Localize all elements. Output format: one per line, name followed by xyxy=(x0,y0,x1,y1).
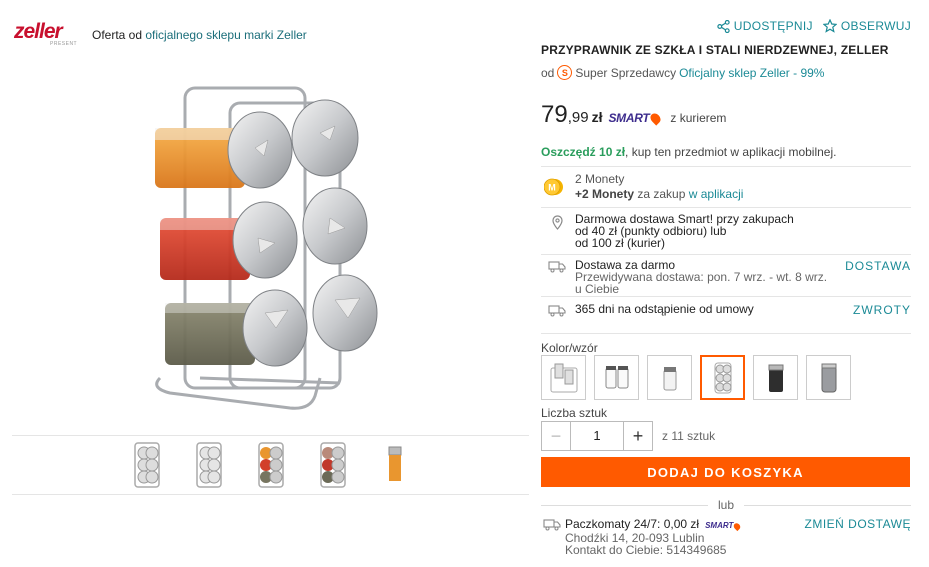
divider xyxy=(541,296,911,297)
coins-text: 2 Monety +2 Monety za zakup w aplikacji xyxy=(575,172,744,201)
price: 79,99 zł xyxy=(541,101,603,128)
thumbnail-1[interactable] xyxy=(127,440,167,490)
truck-icon xyxy=(546,259,568,295)
add-to-cart-button[interactable]: DODAJ DO KOSZYKA xyxy=(541,457,910,487)
seller-link[interactable]: Oficjalny sklep Zeller - 99% xyxy=(679,66,824,80)
free-delivery-row: Darmowa dostawa Smart! przy zakupach od … xyxy=(541,213,794,249)
variant-label: Kolor/wzór xyxy=(541,341,598,355)
smart-logo: SMART xyxy=(608,110,663,126)
quantity-row: − 1 + z 11 sztuk xyxy=(541,421,715,451)
variant-swatch-selected[interactable] xyxy=(700,355,745,400)
zeller-logo[interactable]: zeller PRESENT xyxy=(14,21,78,48)
variant-swatches xyxy=(541,355,851,400)
main-product-image[interactable] xyxy=(140,78,430,418)
location-pin-icon xyxy=(546,213,568,249)
or-separator: lub xyxy=(541,498,912,512)
decrease-quantity-button[interactable]: − xyxy=(542,422,570,450)
share-watch-row: UDOSTĘPNIJ OBSERWUJ xyxy=(717,19,911,33)
variant-swatch[interactable] xyxy=(753,355,798,400)
star-icon xyxy=(822,19,837,33)
stock-count: z 11 sztuk xyxy=(662,429,716,443)
quantity-label: Liczba sztuk xyxy=(541,406,608,420)
smart-logo: SMART xyxy=(705,520,742,532)
increase-quantity-button[interactable]: + xyxy=(624,422,652,450)
product-info-column: UDOSTĘPNIJ OBSERWUJ PRZYPRAWNIK ZE SZKŁA… xyxy=(541,0,912,567)
super-seller-icon: S xyxy=(557,65,573,80)
variant-swatch[interactable] xyxy=(541,355,586,400)
quantity-input[interactable]: 1 xyxy=(570,422,624,450)
shipping-row: Dostawa za darmo Przewidywana dostawa: p… xyxy=(541,259,827,295)
thumbnail-4[interactable] xyxy=(313,440,353,490)
app-link[interactable]: w aplikacji xyxy=(689,187,744,201)
product-gallery-column: zeller PRESENT Oferta od oficjalnego skl… xyxy=(0,0,535,567)
svg-text:M: M xyxy=(548,183,556,193)
brand-row: zeller PRESENT Oferta od oficjalnego skl… xyxy=(14,21,307,48)
official-offer-text: Oferta od oficjalnego sklepu marki Zelle… xyxy=(92,28,307,42)
price-row: 79,99 zł SMART z kurierem xyxy=(541,101,727,128)
coins-icon: M xyxy=(544,178,563,196)
return-truck-icon xyxy=(546,303,568,317)
watch-button[interactable]: OBSERWUJ xyxy=(822,19,911,33)
truck-icon xyxy=(543,518,565,556)
variant-swatch[interactable] xyxy=(647,355,692,400)
pickup-info: Paczkomaty 24/7: 0,00 zł SMART Chodźki 14… xyxy=(541,518,742,556)
official-shop-link[interactable]: oficjalnego sklepu marki Zeller xyxy=(145,28,306,42)
variant-swatch[interactable] xyxy=(594,355,639,400)
coins-row: M 2 Monety +2 Monety za zakup w aplikacj… xyxy=(541,166,911,208)
divider xyxy=(541,333,911,334)
thumbnail-5[interactable] xyxy=(375,440,415,490)
share-button[interactable]: UDOSTĘPNIJ xyxy=(717,19,813,33)
returns-row: 365 dni na odstąpienie od umowy xyxy=(541,303,754,317)
thumbnail-strip xyxy=(12,435,529,495)
smart-pin-icon xyxy=(648,110,663,126)
seller-info: od S Super Sprzedawcy Oficjalny sklep Ze… xyxy=(541,65,825,80)
thumbnail-3[interactable] xyxy=(251,440,291,490)
returns-link[interactable]: ZWROTY xyxy=(853,303,911,317)
quantity-stepper: − 1 + xyxy=(541,421,653,451)
thumbnail-2[interactable] xyxy=(189,440,229,490)
share-icon xyxy=(717,19,730,33)
delivery-link[interactable]: DOSTAWA xyxy=(845,259,911,273)
smart-pin-icon xyxy=(732,521,742,531)
change-delivery-link[interactable]: ZMIEŃ DOSTAWĘ xyxy=(805,517,912,531)
app-savings-text: Oszczędź 10 zł, kup ten przedmiot w apli… xyxy=(541,145,837,159)
product-title: PRZYPRAWNIK ZE SZKŁA I STALI NIERDZEWNEJ… xyxy=(541,43,889,57)
variant-swatch[interactable] xyxy=(806,355,851,400)
divider xyxy=(541,254,911,255)
